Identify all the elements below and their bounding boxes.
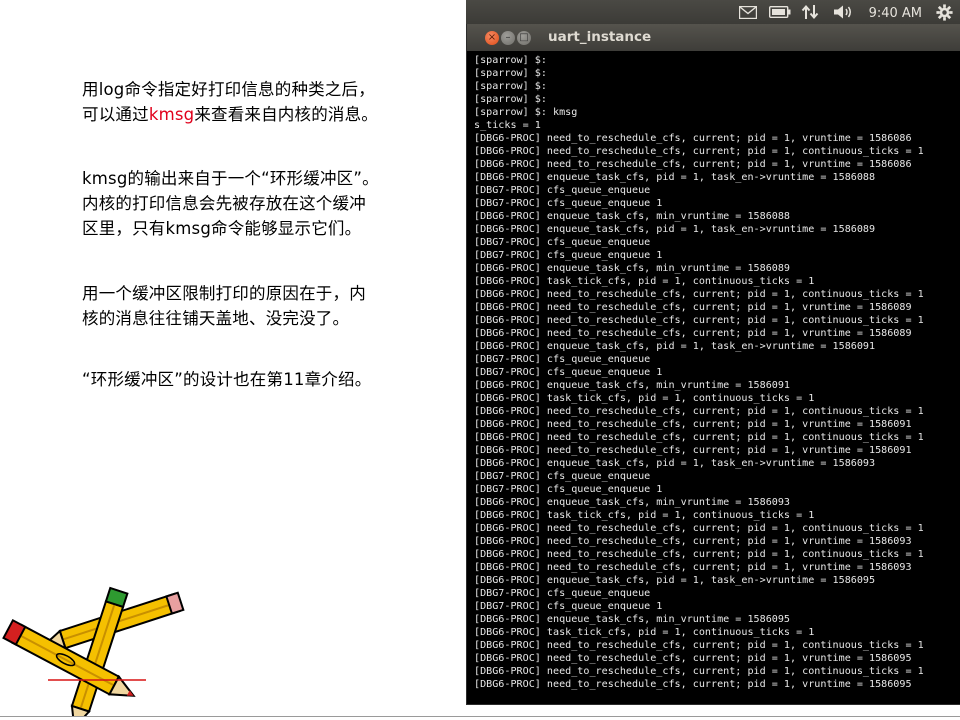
gear-icon[interactable] — [934, 3, 954, 21]
volume-icon[interactable] — [832, 3, 856, 21]
close-button[interactable]: × — [485, 31, 499, 45]
text-fragment: 来查看来自内核的消息。 — [194, 105, 379, 124]
network-icon[interactable] — [800, 3, 820, 21]
terminal-line: [DBG6-PROC] enqueue_task_cfs, pid = 1, t… — [474, 458, 876, 469]
terminal-line: [DBG6-PROC] enqueue_task_cfs, pid = 1, t… — [474, 575, 876, 586]
maximize-button[interactable]: □ — [517, 31, 531, 45]
terminal-line: [sparrow] $: kmsg — [474, 107, 578, 118]
minimize-button[interactable]: – — [501, 31, 515, 45]
terminal-output[interactable]: [sparrow] $: [sparrow] $: [sparrow] $: [spa… — [474, 54, 958, 702]
terminal-line: [sparrow] $: — [474, 81, 547, 92]
terminal-line: [DBG7-PROC] cfs_queue_enqueue — [474, 185, 651, 196]
terminal-window: × – □ uart_instance [sparrow] $: [sparrow… — [466, 24, 960, 705]
terminal-line: [DBG6-PROC] need_to_reschedule_cfs, curr… — [474, 640, 924, 651]
kmsg-highlight: kmsg — [148, 105, 195, 124]
terminal-line: [DBG6-PROC] task_tick_cfs, pid = 1, cont… — [474, 276, 815, 287]
terminal-line: [DBG6-PROC] need_to_reschedule_cfs, curr… — [474, 302, 912, 313]
top-panel: 9:40 AM — [466, 0, 960, 24]
terminal-line: [DBG6-PROC] need_to_reschedule_cfs, curr… — [474, 536, 912, 547]
paragraph-line: 可以通过kmsg来查看来自内核的消息。 — [82, 102, 452, 127]
terminal-line: [DBG6-PROC] enqueue_task_cfs, pid = 1, t… — [474, 341, 876, 352]
terminal-line: [DBG6-PROC] need_to_reschedule_cfs, curr… — [474, 289, 924, 300]
terminal-line: [DBG6-PROC] need_to_reschedule_cfs, curr… — [474, 315, 924, 326]
terminal-line: [DBG6-PROC] need_to_reschedule_cfs, curr… — [474, 432, 924, 443]
terminal-line: [DBG6-PROC] enqueue_task_cfs, pid = 1, t… — [474, 224, 876, 235]
terminal-line: [sparrow] $: — [474, 94, 547, 105]
text-fragment: 可以通过 — [82, 105, 149, 124]
terminal-line: [DBG7-PROC] cfs_queue_enqueue 1 — [474, 367, 663, 378]
terminal-line: [DBG6-PROC] enqueue_task_cfs, min_vrunti… — [474, 497, 791, 508]
terminal-line: [DBG6-PROC] task_tick_cfs, pid = 1, cont… — [474, 510, 815, 521]
clock-label[interactable]: 9:40 AM — [869, 4, 922, 22]
window-title: uart_instance — [548, 29, 652, 45]
terminal-line: [DBG6-PROC] need_to_reschedule_cfs, curr… — [474, 653, 912, 664]
terminal-line: [sparrow] $: — [474, 55, 547, 66]
terminal-line: [DBG6-PROC] need_to_reschedule_cfs, curr… — [474, 328, 912, 339]
terminal-line: [DBG7-PROC] cfs_queue_enqueue 1 — [474, 484, 663, 495]
terminal-line: [DBG6-PROC] enqueue_task_cfs, pid = 1, t… — [474, 172, 876, 183]
terminal-line: [sparrow] $: — [474, 68, 547, 79]
terminal-line: [DBG7-PROC] cfs_queue_enqueue 1 — [474, 250, 663, 261]
paragraph-chapter-ref: “环形缓冲区”的设计也在第11章介绍。 — [82, 367, 452, 392]
terminal-line: [DBG7-PROC] cfs_queue_enqueue — [474, 237, 651, 248]
battery-icon[interactable] — [768, 3, 792, 21]
terminal-line: [DBG6-PROC] enqueue_task_cfs, min_vrunti… — [474, 211, 791, 222]
terminal-line: [DBG6-PROC] need_to_reschedule_cfs, curr… — [474, 523, 924, 534]
pencils-clipart — [2, 586, 185, 717]
terminal-line: [DBG7-PROC] cfs_queue_enqueue — [474, 354, 651, 365]
terminal-line: [DBG6-PROC] need_to_reschedule_cfs, curr… — [474, 679, 912, 690]
terminal-line: [DBG6-PROC] need_to_reschedule_cfs, curr… — [474, 406, 924, 417]
paragraph-line: kmsg的输出来自于一个“环形缓冲区”。 — [82, 169, 379, 188]
paragraph-line: 核的消息往往铺天盖地、没完没了。 — [82, 309, 350, 328]
terminal-line: [DBG6-PROC] task_tick_cfs, pid = 1, cont… — [474, 393, 815, 404]
mail-icon[interactable] — [738, 3, 758, 21]
terminal-line: [DBG6-PROC] enqueue_task_cfs, min_vrunti… — [474, 614, 791, 625]
terminal-line: [DBG6-PROC] need_to_reschedule_cfs, curr… — [474, 562, 912, 573]
paragraph-line: 用log命令指定好打印信息的种类之后， — [82, 80, 375, 99]
bottom-rule — [0, 716, 960, 717]
paragraph-line: 内核的打印信息会先被存放在这个缓冲 — [82, 194, 366, 213]
terminal-line: [DBG6-PROC] enqueue_task_cfs, min_vrunti… — [474, 263, 791, 274]
terminal-line: [DBG6-PROC] need_to_reschedule_cfs, curr… — [474, 549, 924, 560]
paragraph-line: 区里，只有kmsg命令能够显示它们。 — [82, 219, 362, 238]
terminal-line: [DBG6-PROC] need_to_reschedule_cfs, curr… — [474, 419, 912, 430]
terminal-line: [DBG7-PROC] cfs_queue_enqueue — [474, 471, 651, 482]
terminal-line: [DBG7-PROC] cfs_queue_enqueue 1 — [474, 198, 663, 209]
terminal-line: [DBG6-PROC] need_to_reschedule_cfs, curr… — [474, 445, 912, 456]
paragraph-log-intro: 用log命令指定好打印信息的种类之后， 可以通过kmsg来查看来自内核的消息。 — [82, 77, 452, 127]
paragraph-line: 用一个缓冲区限制打印的原因在于，内 — [82, 284, 366, 303]
terminal-line: [DBG7-PROC] cfs_queue_enqueue — [474, 588, 651, 599]
terminal-line: [DBG6-PROC] task_tick_cfs, pid = 1, cont… — [474, 627, 815, 638]
terminal-line: [DBG6-PROC] need_to_reschedule_cfs, curr… — [474, 133, 912, 144]
terminal-line: [DBG6-PROC] enqueue_task_cfs, min_vrunti… — [474, 380, 791, 391]
terminal-line: [DBG6-PROC] need_to_reschedule_cfs, curr… — [474, 146, 924, 157]
terminal-line: s_ticks = 1 — [474, 120, 541, 131]
terminal-line: [DBG6-PROC] need_to_reschedule_cfs, curr… — [474, 159, 912, 170]
paragraph-buffer-reason: 用一个缓冲区限制打印的原因在于，内 核的消息往往铺天盖地、没完没了。 — [82, 281, 452, 331]
paragraph-ring-buffer: kmsg的输出来自于一个“环形缓冲区”。 内核的打印信息会先被存放在这个缓冲 区… — [82, 166, 452, 241]
paragraph-line: “环形缓冲区”的设计也在第11章介绍。 — [82, 370, 372, 389]
window-titlebar[interactable]: × – □ uart_instance — [467, 24, 960, 51]
terminal-line: [DBG7-PROC] cfs_queue_enqueue 1 — [474, 601, 663, 612]
terminal-line: [DBG6-PROC] need_to_reschedule_cfs, curr… — [474, 666, 924, 677]
